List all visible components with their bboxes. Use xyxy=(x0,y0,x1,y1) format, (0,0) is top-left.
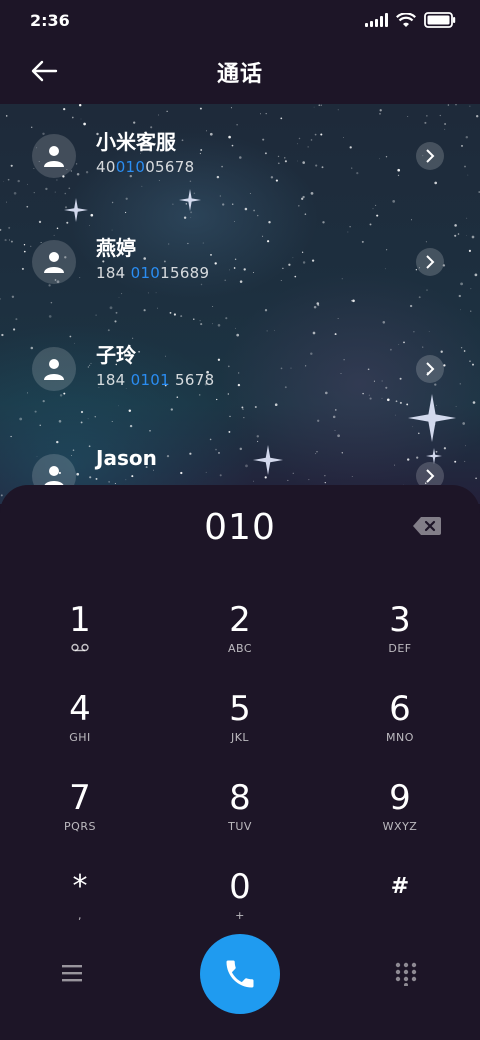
signal-icon xyxy=(365,13,388,27)
key-1[interactable]: 1 xyxy=(20,600,140,670)
key-letters: JKL xyxy=(230,731,250,744)
key-digit: 7 xyxy=(69,778,91,818)
voicemail-icon xyxy=(71,643,89,652)
key-letters: , xyxy=(78,909,82,922)
bottom-actions xyxy=(0,930,480,1020)
contact-detail-button[interactable] xyxy=(416,355,444,383)
key-digit: 9 xyxy=(389,778,411,818)
contact-detail-button[interactable] xyxy=(416,142,444,170)
key-digit: 2 xyxy=(229,600,251,640)
keypad-grid-icon[interactable] xyxy=(394,962,418,986)
key-9[interactable]: 9 WXYZ xyxy=(340,778,460,848)
key-letters: PQRS xyxy=(64,820,96,833)
key-digit: 6 xyxy=(389,689,411,729)
key-digit: 5 xyxy=(229,689,251,729)
contact-number: 184 01015689 xyxy=(96,264,210,282)
status-bar: 2:36 xyxy=(0,0,480,42)
key-digit: 1 xyxy=(69,600,91,640)
key-7[interactable]: 7 PQRS xyxy=(20,778,140,848)
chevron-right-icon xyxy=(426,149,435,163)
avatar xyxy=(32,134,76,178)
battery-icon xyxy=(424,12,456,28)
contact-suggestions: 小米客服 4001005678 燕婷 184 01015689 子玲 184 0… xyxy=(0,104,480,504)
wifi-icon xyxy=(396,12,416,27)
key-digit: 0 xyxy=(229,867,251,907)
contact-name: Jason xyxy=(96,446,157,470)
contact-row[interactable]: 小米客服 4001005678 xyxy=(0,116,480,196)
contact-number: 184 0101 5678 xyxy=(96,371,215,389)
dialer-screen: 2:36 通话 小米客服 4001005678 燕婷 184 01015689 … xyxy=(0,0,480,1040)
key-2[interactable]: 2 ABC xyxy=(180,600,300,670)
avatar xyxy=(32,347,76,391)
key-8[interactable]: 8 TUV xyxy=(180,778,300,848)
contact-name: 小米客服 xyxy=(96,130,176,154)
key-4[interactable]: 4 GHI xyxy=(20,689,140,759)
backspace-icon[interactable] xyxy=(412,515,442,537)
status-icons xyxy=(365,12,456,28)
contact-name: 子玲 xyxy=(96,343,136,367)
chevron-right-icon xyxy=(426,469,435,483)
chevron-right-icon xyxy=(426,255,435,269)
contact-name: 燕婷 xyxy=(96,236,136,260)
avatar xyxy=(32,240,76,284)
key-5[interactable]: 5 JKL xyxy=(180,689,300,759)
contact-number: 4001005678 xyxy=(96,158,195,176)
key-0[interactable]: 0 + xyxy=(180,867,300,937)
contact-row[interactable]: 子玲 184 0101 5678 xyxy=(0,329,480,409)
menu-icon[interactable] xyxy=(60,962,86,984)
key-digit: # xyxy=(390,874,410,899)
person-icon xyxy=(44,252,64,273)
key-star[interactable]: * , xyxy=(20,867,140,937)
person-icon xyxy=(44,146,64,167)
key-6[interactable]: 6 MNO xyxy=(340,689,460,759)
page-title: 通话 xyxy=(216,62,263,87)
entered-number: 010 xyxy=(204,507,276,548)
key-3[interactable]: 3 DEF xyxy=(340,600,460,670)
person-icon xyxy=(44,359,64,380)
chevron-right-icon xyxy=(426,362,435,376)
app-header: 通话 xyxy=(0,42,480,104)
key-digit: * xyxy=(72,869,88,904)
key-digit: 4 xyxy=(69,689,91,729)
phone-icon xyxy=(226,960,254,988)
key-letters: TUV xyxy=(228,820,252,833)
key-letters: GHI xyxy=(69,731,91,744)
key-letters: + xyxy=(235,909,245,922)
key-digit: 3 xyxy=(389,600,411,640)
key-letters: DEF xyxy=(388,642,412,655)
key-letters: ABC xyxy=(227,642,253,655)
key-digit: 8 xyxy=(229,778,251,818)
key-letters: MNO xyxy=(386,731,414,744)
status-time: 2:36 xyxy=(30,11,70,30)
contact-row[interactable]: 燕婷 184 01015689 xyxy=(0,222,480,302)
call-button[interactable] xyxy=(200,934,280,1014)
key-hash[interactable]: # xyxy=(340,867,460,937)
contact-detail-button[interactable] xyxy=(416,248,444,276)
key-letters: WXYZ xyxy=(382,820,418,833)
